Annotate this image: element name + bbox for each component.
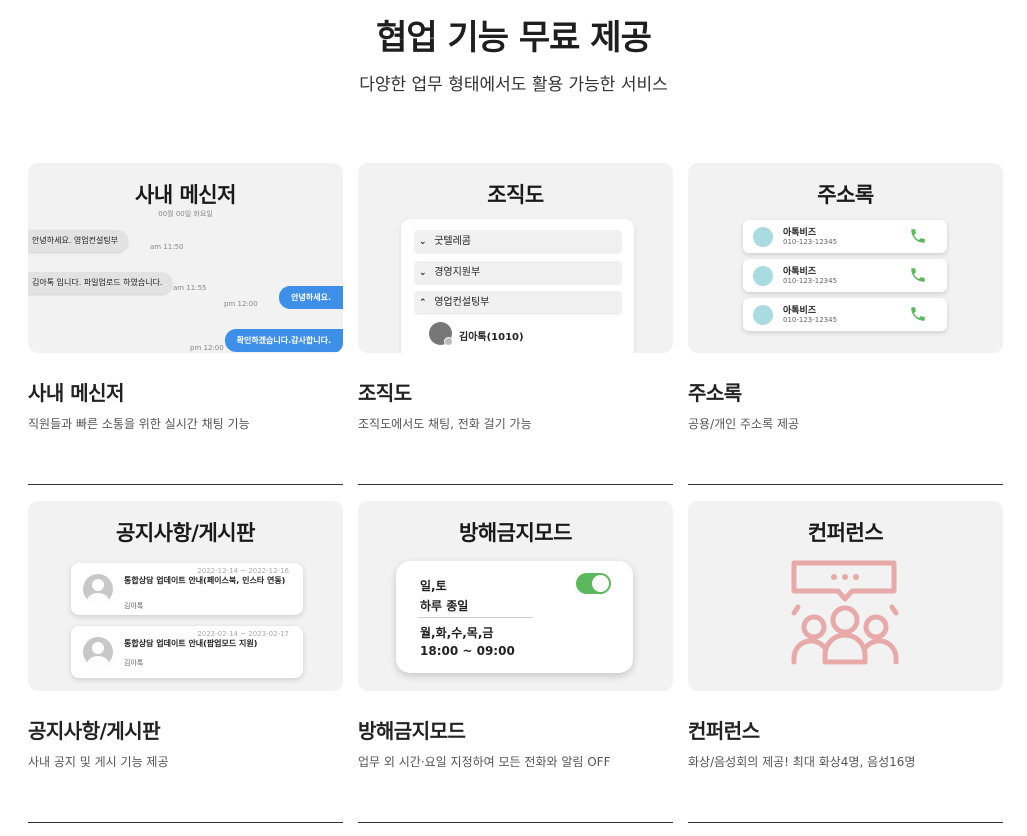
- feature-card-do-not-disturb[interactable]: 방해금지모드 일,토 하루 종일 월,화,수,목,금 18:00 ~ 09:00…: [358, 501, 673, 823]
- department-name: 영업컨설팅부: [434, 297, 490, 308]
- page-title: 협업 기능 무료 제공: [376, 18, 652, 58]
- phone-icon: [911, 229, 925, 243]
- chat-time: am 11:50: [150, 243, 184, 251]
- chat-time: pm 12:00: [190, 344, 224, 352]
- card-heading: 조직도: [358, 381, 412, 405]
- card-heading: 사내 메신저: [28, 381, 124, 405]
- org-department-row: ⌄ 경영지원부: [414, 261, 622, 285]
- card-divider: [28, 484, 343, 485]
- dnd-days: 일,토: [420, 579, 447, 593]
- contact-card: 아톡비즈 010-123-12345: [743, 220, 947, 253]
- user-avatar-icon: [83, 637, 113, 667]
- notice-board-preview: 공지사항/게시판 2022-12-14 ~ 2022-12-16 통합상담 업데…: [28, 501, 343, 691]
- card-heading: 주소록: [688, 381, 742, 405]
- chat-bubble-incoming: 안녕하세요. 영업컨설팅부: [28, 230, 129, 252]
- card-image-title: 사내 메신저: [135, 183, 236, 207]
- chat-bubble-incoming: 김아톡 입니다. 파일업로드 하였습니다.: [28, 272, 173, 294]
- notice-date: 2022-12-14 ~ 2022-12-16: [197, 567, 289, 575]
- phone-icon: [911, 307, 925, 321]
- chat-time: am 11:55: [173, 284, 207, 292]
- card-image-title: 방해금지모드: [459, 521, 572, 545]
- feature-card-org-chart[interactable]: 조직도 ⌄ 굿텔레콤 ⌄ 경영지원부 ⌃ 영업컨설팅부 김아톡(1010) 조직…: [358, 163, 673, 485]
- member-name: 김아톡(1010): [459, 332, 524, 343]
- contact-card: 아톡비즈 010-123-12345: [743, 298, 947, 331]
- contact-name: 아톡비즈: [783, 228, 817, 238]
- dnd-toggle: [576, 573, 611, 594]
- notice-card: 2022-12-14 ~ 2022-12-16 통합상담 업데이트 안내(페이스…: [71, 563, 303, 615]
- card-heading: 공지사항/게시판: [28, 719, 161, 743]
- notice-author: 김아톡: [124, 602, 144, 610]
- card-heading: 방해금지모드: [358, 719, 466, 743]
- page-subtitle: 다양한 업무 형태에서도 활용 가능한 서비스: [359, 75, 668, 95]
- avatar: [429, 322, 453, 346]
- chevron-up-icon: ⌃: [419, 298, 427, 308]
- chevron-down-icon: ⌄: [419, 237, 427, 247]
- feature-card-address-book[interactable]: 주소록 아톡비즈 010-123-12345 아톡비즈 010-123-1234…: [688, 163, 1003, 485]
- chat-bubble-outgoing: 안녕하세요.: [279, 286, 343, 309]
- card-divider: [28, 822, 343, 823]
- contact-phone: 010-123-12345: [783, 238, 838, 246]
- avatar: [753, 305, 773, 325]
- address-book-preview: 주소록 아톡비즈 010-123-12345 아톡비즈 010-123-1234…: [688, 163, 1003, 353]
- divider: [418, 617, 533, 618]
- phone-icon: [911, 268, 925, 282]
- card-divider: [358, 822, 673, 823]
- card-description: 조직도에서도 채팅, 전화 걸기 가능: [358, 417, 532, 431]
- card-description: 업무 외 시간·요일 지정하여 모든 전화와 알림 OFF: [358, 755, 611, 769]
- org-chart-preview: 조직도 ⌄ 굿텔레콤 ⌄ 경영지원부 ⌃ 영업컨설팅부 김아톡(1010): [358, 163, 673, 353]
- feature-card-messenger[interactable]: 사내 메신저 00월 00일 화요일 안녕하세요. 영업컨설팅부 am 11:5…: [28, 163, 343, 485]
- contact-name: 아톡비즈: [783, 306, 817, 316]
- notice-date: 2023-02-14 ~ 2023-02-17: [197, 630, 289, 638]
- card-image-title: 조직도: [487, 183, 544, 207]
- avatar: [753, 227, 773, 247]
- chevron-down-icon: ⌄: [419, 268, 427, 278]
- feature-card-conference[interactable]: 컨퍼런스 컨퍼런스 화상/음성회의 제공! 최대 화상4명, 음성16명: [688, 501, 1003, 823]
- chat-bubble-outgoing: 확인하겠습니다.감사합니다.: [224, 329, 343, 352]
- user-avatar-icon: [83, 574, 113, 604]
- org-department-row: ⌄ 굿텔레콤: [414, 230, 622, 254]
- contact-phone: 010-123-12345: [783, 277, 838, 285]
- card-divider: [688, 484, 1003, 485]
- contact-name: 아톡비즈: [783, 267, 817, 277]
- dnd-period: 18:00 ~ 09:00: [420, 644, 515, 658]
- org-tree-panel: ⌄ 굿텔레콤 ⌄ 경영지원부 ⌃ 영업컨설팅부 김아톡(1010): [401, 219, 634, 353]
- conference-preview: 컨퍼런스: [688, 501, 1003, 691]
- feature-card-notice-board[interactable]: 공지사항/게시판 2022-12-14 ~ 2022-12-16 통합상담 업데…: [28, 501, 343, 823]
- contact-phone: 010-123-12345: [783, 316, 838, 324]
- card-image-title: 주소록: [817, 183, 874, 207]
- chat-time: pm 12:00: [224, 300, 258, 308]
- notice-author: 김아톡: [124, 659, 144, 667]
- avatar: [753, 266, 773, 286]
- card-description: 직원들과 빠른 소통을 위한 실시간 채팅 기능: [28, 417, 250, 431]
- dnd-days: 월,화,수,목,금: [420, 626, 494, 640]
- chat-date: 00월 00일 화요일: [158, 210, 213, 218]
- notice-title: 통합상담 업데이트 안내(페이스북, 인스타 연동): [124, 576, 286, 585]
- dnd-period: 하루 종일: [420, 599, 469, 613]
- dnd-settings-panel: 일,토 하루 종일 월,화,수,목,금 18:00 ~ 09:00: [396, 561, 633, 673]
- card-divider: [358, 484, 673, 485]
- card-image-title: 컨퍼런스: [807, 521, 884, 545]
- contact-card: 아톡비즈 010-123-12345: [743, 259, 947, 292]
- card-divider: [688, 822, 1003, 823]
- card-description: 공용/개인 주소록 제공: [688, 417, 800, 431]
- org-department-row: ⌃ 영업컨설팅부: [414, 291, 622, 315]
- card-heading: 컨퍼런스: [688, 719, 760, 743]
- card-image-title: 공지사항/게시판: [116, 521, 255, 545]
- card-description: 사내 공지 및 게시 기능 제공: [28, 755, 169, 769]
- messenger-preview: 사내 메신저 00월 00일 화요일 안녕하세요. 영업컨설팅부 am 11:5…: [28, 163, 343, 353]
- conference-icon: [791, 560, 899, 665]
- department-name: 경영지원부: [434, 267, 481, 278]
- notice-title: 통합상담 업데이트 안내(팝업모드 지원): [124, 639, 258, 648]
- notice-card: 2023-02-14 ~ 2023-02-17 통합상담 업데이트 안내(팝업모…: [71, 626, 303, 678]
- do-not-disturb-preview: 방해금지모드 일,토 하루 종일 월,화,수,목,금 18:00 ~ 09:00: [358, 501, 673, 691]
- card-description: 화상/음성회의 제공! 최대 화상4명, 음성16명: [688, 755, 916, 769]
- department-name: 굿텔레콤: [434, 236, 471, 247]
